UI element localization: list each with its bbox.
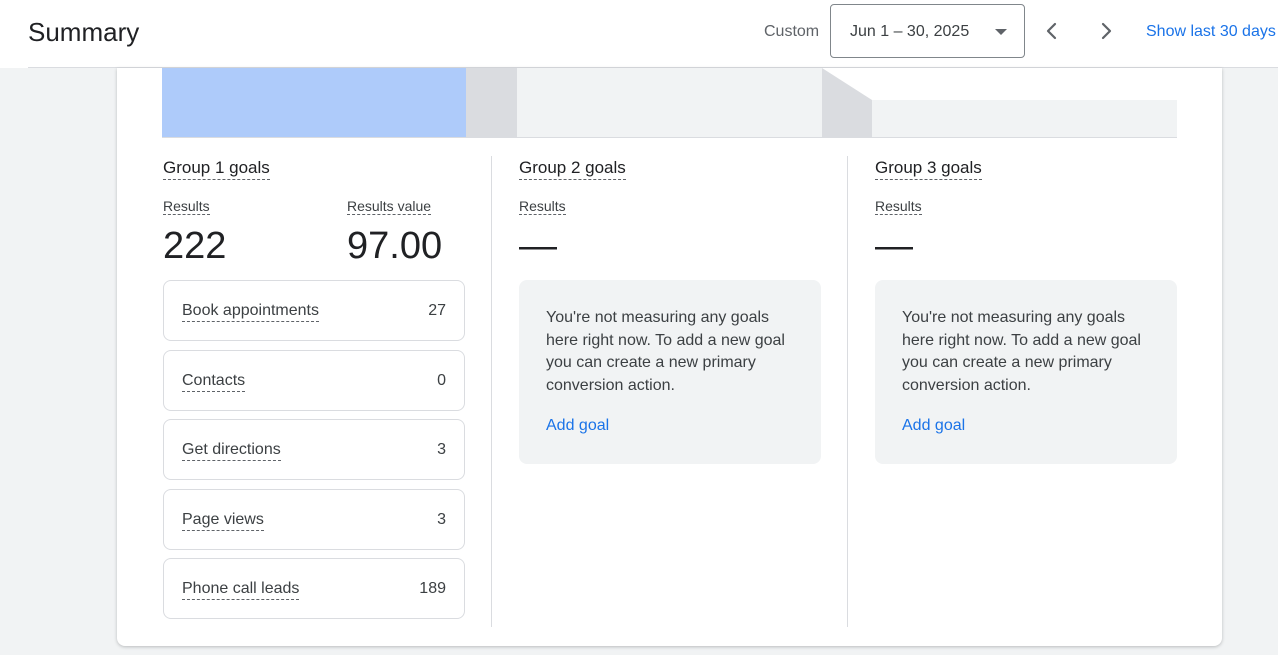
goal-name: Phone call leads (182, 579, 300, 600)
goal-count: 0 (437, 371, 446, 389)
goal-list: Book appointments 27 Contacts 0 Get dire… (163, 280, 465, 628)
page-header: Summary Custom Jun 1 – 30, 2025 Show las… (0, 0, 1278, 68)
results-value: 97.00 (347, 225, 443, 267)
goal-name: Book appointments (182, 301, 319, 322)
results-count: — (875, 225, 913, 267)
goal-row-page-views[interactable]: Page views 3 (163, 488, 465, 550)
chevron-left-icon (1046, 22, 1057, 40)
empty-goals-message: You're not measuring any goals here righ… (875, 280, 1177, 464)
goals-summary-card: Group 1 goals Results Results value 222 … (117, 68, 1222, 646)
goal-count: 27 (428, 302, 446, 319)
date-range-select[interactable]: Jun 1 – 30, 2025 (830, 4, 1025, 58)
results-label[interactable]: Results (163, 198, 210, 215)
empty-message-text: You're not measuring any goals here righ… (546, 309, 785, 394)
goal-count: 3 (437, 441, 446, 458)
goal-count: 3 (437, 510, 446, 528)
show-last-30-days-link[interactable]: Show last 30 days (1146, 22, 1276, 42)
results-count: 222 (163, 225, 227, 267)
results-label[interactable]: Results (519, 198, 566, 215)
funnel-bar-group-1 (162, 68, 466, 138)
goal-name: Contacts (182, 371, 246, 392)
results-value-label[interactable]: Results value (347, 198, 432, 215)
group-3-title[interactable]: Group 3 goals (875, 157, 982, 180)
goal-row-book-appointments[interactable]: Book appointments 27 (163, 280, 465, 341)
group-1-title[interactable]: Group 1 goals (163, 157, 270, 180)
add-goal-link[interactable]: Add goal (902, 416, 965, 436)
page-title: Summary (28, 17, 140, 47)
goal-row-get-directions[interactable]: Get directions 3 (163, 419, 465, 480)
column-divider (491, 156, 492, 627)
results-label[interactable]: Results (875, 198, 922, 215)
date-range-value: Jun 1 – 30, 2025 (850, 23, 970, 40)
next-period-button[interactable] (1092, 16, 1120, 46)
funnel-bar-group-2 (517, 68, 822, 138)
group-2-title[interactable]: Group 2 goals (519, 157, 626, 180)
goal-row-contacts[interactable]: Contacts 0 (163, 349, 465, 411)
chevron-right-icon (1101, 22, 1112, 40)
empty-message-text: You're not measuring any goals here righ… (902, 309, 1141, 394)
results-count: — (519, 225, 557, 267)
goal-name: Get directions (182, 440, 281, 461)
column-divider (847, 156, 848, 627)
arrow-drop-down-icon (995, 29, 1007, 35)
goal-count: 189 (419, 580, 446, 597)
add-goal-link[interactable]: Add goal (546, 416, 609, 436)
funnel-connector-2-3 (822, 68, 872, 138)
goals-funnel-chart (162, 68, 1177, 138)
goal-row-phone-call-leads[interactable]: Phone call leads 189 (163, 558, 465, 619)
previous-period-button[interactable] (1038, 16, 1066, 46)
goal-name: Page views (182, 510, 264, 531)
funnel-bar-group-3 (872, 100, 1177, 138)
empty-goals-message: You're not measuring any goals here righ… (519, 280, 821, 464)
range-type-label: Custom (764, 23, 820, 40)
funnel-connector-1-2 (466, 68, 517, 138)
